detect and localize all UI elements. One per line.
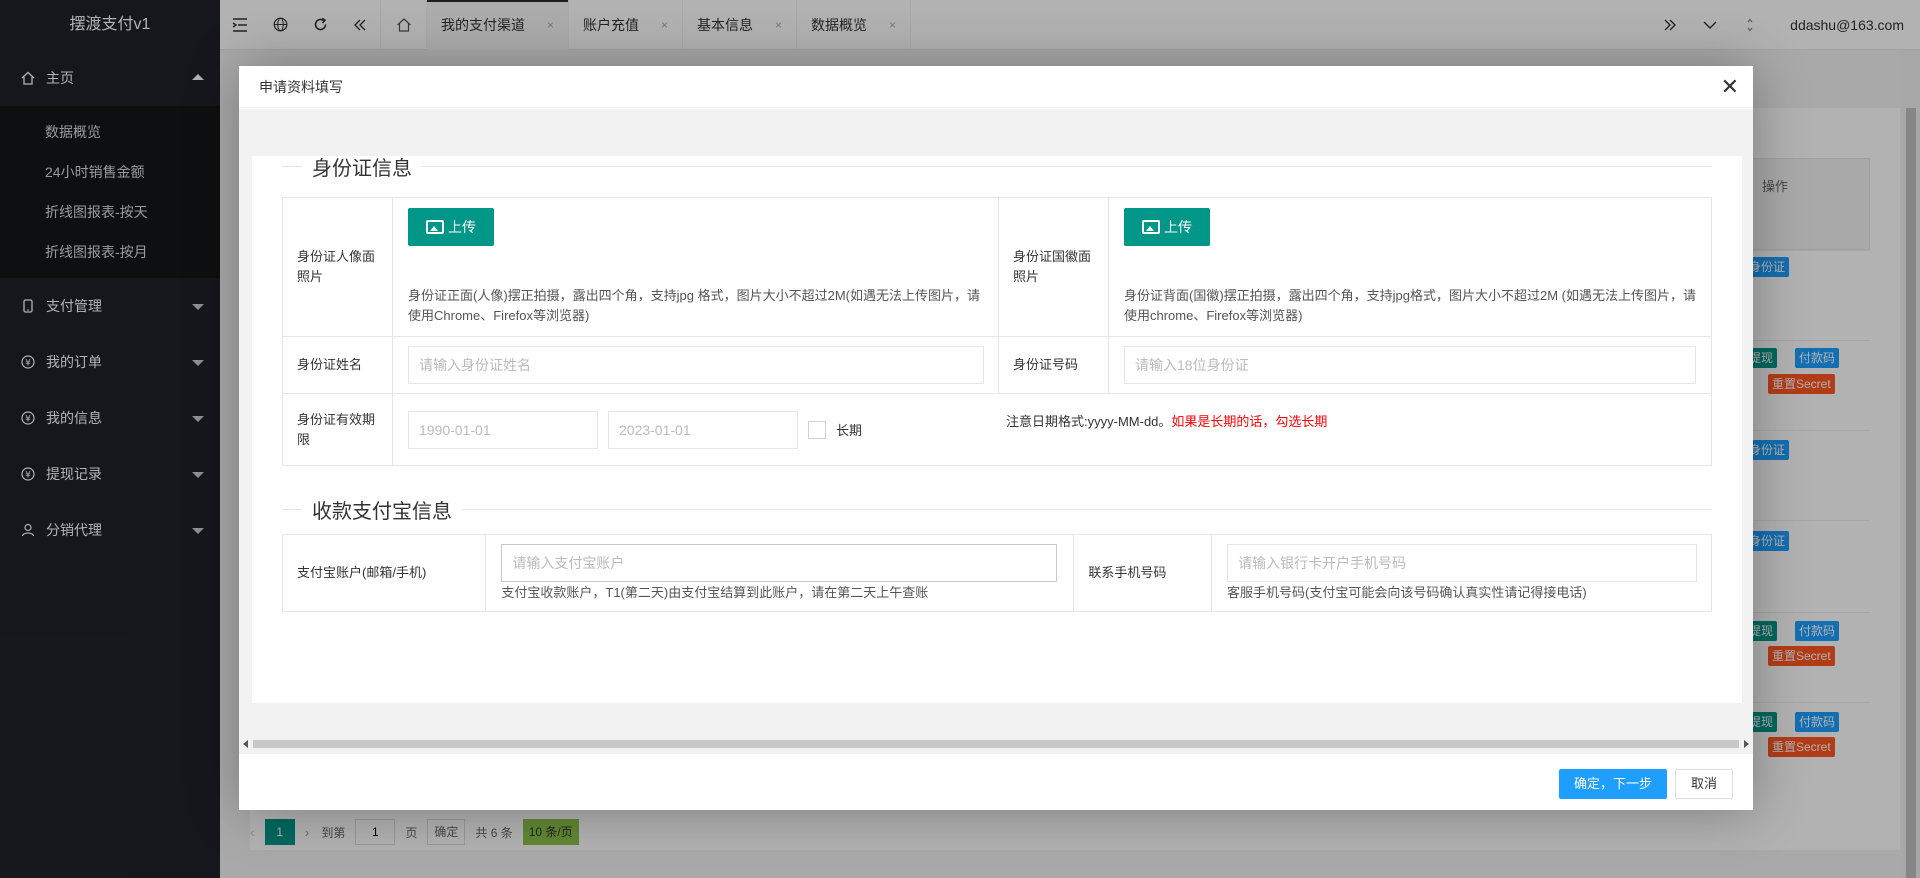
application-modal: 申请资料填写 ✕ 身份证信息 身份证人像面照片 上传 身份证正面(人像)摆正拍摄… — [239, 66, 1753, 810]
date-format-note: 注意日期格式:yyyy-MM-dd。如果是长期的话，勾选长期 — [1006, 414, 1328, 429]
alipay-account-label: 支付宝账户(邮箱/手机) — [281, 534, 487, 612]
id-front-upload-cell: 上传 身份证正面(人像)摆正拍摄，露出四个角，支持jpg 格式，图片大小不超过2… — [392, 197, 999, 337]
id-number-label: 身份证号码 — [998, 336, 1109, 394]
id-back-label-cell: 身份证国徽面照片 — [998, 197, 1109, 337]
id-front-label: 身份证人像面照片 — [297, 249, 376, 284]
id-name-label: 身份证姓名 — [282, 336, 393, 394]
contact-phone-cell: 客服手机号码(支付宝可能会向该号码确认真实性请记得接电话) — [1211, 534, 1712, 612]
id-front-label-cell: 身份证人像面照片 — [282, 197, 393, 337]
longterm-label[interactable]: 长期 — [836, 420, 862, 439]
modal-header: 申请资料填写 ✕ — [239, 66, 1753, 108]
longterm-checkbox[interactable] — [808, 420, 826, 439]
modal-horizontal-scrollbar[interactable] — [243, 738, 1749, 750]
cancel-button[interactable]: 取消 — [1674, 769, 1733, 799]
alipay-info-table: 支付宝账户(邮箱/手机) 支付宝收款账户，T1(第二天)由支付宝结算到此账户，请… — [281, 534, 1712, 612]
id-number-cell — [1108, 336, 1712, 394]
scroll-right-arrow-icon[interactable] — [1744, 740, 1749, 748]
id-name-input[interactable] — [408, 346, 984, 384]
upload-front-button[interactable]: 上传 — [408, 208, 494, 246]
image-icon — [426, 220, 444, 234]
id-name-cell — [392, 336, 999, 394]
scrollbar-thumb[interactable] — [253, 740, 1739, 748]
upload-back-button[interactable]: 上传 — [1124, 208, 1210, 246]
validity-row: 长期 注意日期格式:yyyy-MM-dd。如果是长期的话，勾选长期 — [408, 410, 1697, 449]
id-back-upload-cell: 上传 身份证背面(国徽)摆正拍摄，露出四个角，支持jpg格式，图片大小不超过2M… — [1108, 197, 1712, 337]
validity-end-input[interactable] — [608, 410, 798, 449]
id-back-label: 身份证国徽面照片 — [1013, 249, 1092, 284]
id-front-hint: 身份证正面(人像)摆正拍摄，露出四个角，支持jpg 格式，图片大小不超过2M(如… — [408, 288, 981, 323]
id-validity-label: 身份证有效期限 — [282, 393, 393, 466]
contact-phone-input[interactable] — [1227, 544, 1697, 582]
alipay-section-title: 收款支付宝信息 — [282, 497, 1712, 523]
alipay-account-cell: 支付宝收款账户，T1(第二天)由支付宝结算到此账户，请在第二天上午查账 — [485, 534, 1075, 612]
id-section-title: 身份证信息 — [282, 154, 1712, 180]
date-format-note-red: 如果是长期的话，勾选长期 — [1171, 414, 1328, 429]
alipay-account-input[interactable] — [501, 544, 1058, 582]
id-back-hint: 身份证背面(国徽)摆正拍摄，露出四个角，支持jpg格式，图片大小不超过2M (如… — [1124, 288, 1697, 323]
contact-phone-label: 联系手机号码 — [1073, 534, 1212, 612]
id-number-input[interactable] — [1124, 346, 1696, 384]
form-panel: 身份证信息 身份证人像面照片 上传 身份证正面(人像)摆正拍摄，露出四个角，支持… — [252, 156, 1742, 703]
confirm-next-button[interactable]: 确定，下一步 — [1558, 769, 1667, 799]
modal-title: 申请资料填写 — [259, 79, 343, 95]
alipay-account-hint: 支付宝收款账户，T1(第二天)由支付宝结算到此账户，请在第二天上午查账 — [501, 585, 929, 600]
contact-phone-hint: 客服手机号码(支付宝可能会向该号码确认真实性请记得接电话) — [1227, 585, 1587, 600]
modal-body: 身份证信息 身份证人像面照片 上传 身份证正面(人像)摆正拍摄，露出四个角，支持… — [239, 109, 1753, 754]
close-icon[interactable]: ✕ — [1721, 66, 1739, 108]
modal-footer: 确定，下一步 取消 — [1558, 769, 1733, 799]
image-icon — [1142, 220, 1160, 234]
validity-start-input[interactable] — [408, 410, 598, 449]
scroll-left-arrow-icon[interactable] — [243, 740, 248, 748]
id-info-table: 身份证人像面照片 上传 身份证正面(人像)摆正拍摄，露出四个角，支持jpg 格式… — [282, 197, 1712, 466]
id-validity-cell: 长期 注意日期格式:yyyy-MM-dd。如果是长期的话，勾选长期 — [392, 393, 1712, 466]
